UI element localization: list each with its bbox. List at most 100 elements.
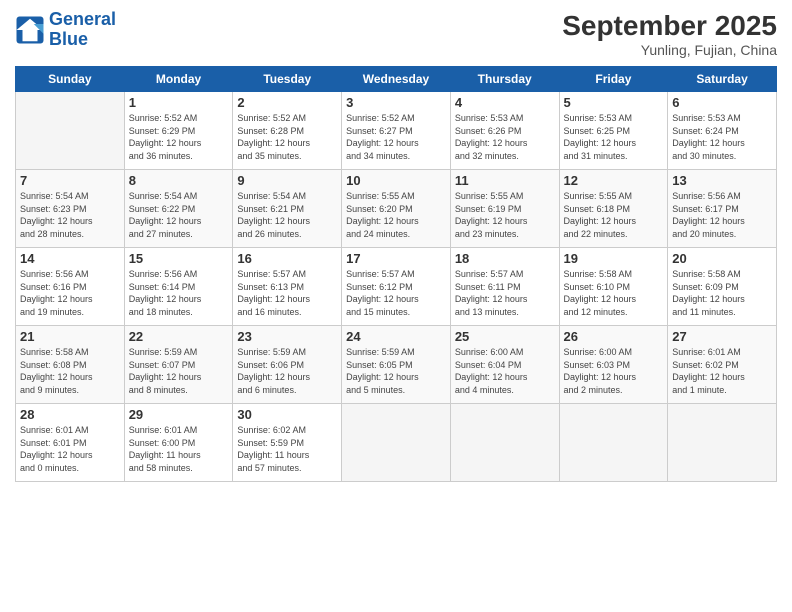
day-cell: 19 Sunrise: 5:58 AM Sunset: 6:10 PM Dayli… [559,248,668,326]
day-number: 18 [455,251,555,266]
day-cell: 17 Sunrise: 5:57 AM Sunset: 6:12 PM Dayli… [342,248,451,326]
day-cell: 10 Sunrise: 5:55 AM Sunset: 6:20 PM Dayli… [342,170,451,248]
day-info: Sunrise: 6:01 AM Sunset: 6:00 PM Dayligh… [129,424,229,474]
day-number: 9 [237,173,337,188]
day-info: Sunrise: 5:56 AM Sunset: 6:16 PM Dayligh… [20,268,120,318]
header-cell: Tuesday [233,67,342,92]
day-info: Sunrise: 5:55 AM Sunset: 6:20 PM Dayligh… [346,190,446,240]
day-number: 21 [20,329,120,344]
title-block: September 2025 Yunling, Fujian, China [562,10,777,58]
day-number: 8 [129,173,229,188]
day-cell: 26 Sunrise: 6:00 AM Sunset: 6:03 PM Dayli… [559,326,668,404]
day-cell: 12 Sunrise: 5:55 AM Sunset: 6:18 PM Dayli… [559,170,668,248]
day-number: 1 [129,95,229,110]
day-number: 14 [20,251,120,266]
day-cell: 16Sunrise: 5:57 AM Sunset: 6:13 PM Dayli… [233,248,342,326]
day-number: 3 [346,95,446,110]
day-cell: 5Sunrise: 5:53 AM Sunset: 6:25 PM Daylig… [559,92,668,170]
day-number: 4 [455,95,555,110]
day-number: 19 [564,251,664,266]
day-cell [342,404,451,482]
logo-icon [15,15,45,45]
day-cell: 15 Sunrise: 5:56 AM Sunset: 6:14 PM Dayli… [124,248,233,326]
day-info: Sunrise: 5:59 AM Sunset: 6:06 PM Dayligh… [237,346,337,396]
day-cell: 11 Sunrise: 5:55 AM Sunset: 6:19 PM Dayli… [450,170,559,248]
week-row: 28 Sunrise: 6:01 AM Sunset: 6:01 PM Dayli… [16,404,777,482]
day-info: Sunrise: 5:59 AM Sunset: 6:07 PM Dayligh… [129,346,229,396]
header-cell: Monday [124,67,233,92]
week-row: 1 Sunrise: 5:52 AM Sunset: 6:29 PM Daylig… [16,92,777,170]
day-cell: 14 Sunrise: 5:56 AM Sunset: 6:16 PM Dayli… [16,248,125,326]
day-cell: 22 Sunrise: 5:59 AM Sunset: 6:07 PM Dayli… [124,326,233,404]
day-info: Sunrise: 5:58 AM Sunset: 6:09 PM Dayligh… [672,268,772,318]
day-cell: 28 Sunrise: 6:01 AM Sunset: 6:01 PM Dayli… [16,404,125,482]
day-info: Sunrise: 5:52 AM Sunset: 6:28 PM Dayligh… [237,112,337,162]
header-cell: Thursday [450,67,559,92]
day-number: 24 [346,329,446,344]
location: Yunling, Fujian, China [562,42,777,58]
day-cell: 30 Sunrise: 6:02 AM Sunset: 5:59 PM Dayli… [233,404,342,482]
day-info: Sunrise: 5:56 AM Sunset: 6:14 PM Dayligh… [129,268,229,318]
day-cell: 7Sunrise: 5:54 AM Sunset: 6:23 PM Daylig… [16,170,125,248]
day-info: Sunrise: 6:02 AM Sunset: 5:59 PM Dayligh… [237,424,337,474]
day-cell: 2 Sunrise: 5:52 AM Sunset: 6:28 PM Daylig… [233,92,342,170]
day-number: 29 [129,407,229,422]
day-info: Sunrise: 5:54 AM Sunset: 6:22 PM Dayligh… [129,190,229,240]
calendar-table: SundayMondayTuesdayWednesdayThursdayFrid… [15,66,777,482]
day-info: Sunrise: 5:58 AM Sunset: 6:10 PM Dayligh… [564,268,664,318]
day-info: Sunrise: 6:01 AM Sunset: 6:01 PM Dayligh… [20,424,120,474]
day-number: 25 [455,329,555,344]
day-cell: 6 Sunrise: 5:53 AM Sunset: 6:24 PM Daylig… [668,92,777,170]
day-number: 7 [20,173,120,188]
day-number: 16 [237,251,337,266]
day-info: Sunrise: 5:53 AM Sunset: 6:26 PM Dayligh… [455,112,555,162]
day-number: 5 [564,95,664,110]
day-cell: 4 Sunrise: 5:53 AM Sunset: 6:26 PM Daylig… [450,92,559,170]
day-number: 23 [237,329,337,344]
day-info: Sunrise: 5:52 AM Sunset: 6:27 PM Dayligh… [346,112,446,162]
day-number: 10 [346,173,446,188]
day-cell [16,92,125,170]
day-number: 15 [129,251,229,266]
day-cell: 27 Sunrise: 6:01 AM Sunset: 6:02 PM Dayli… [668,326,777,404]
day-number: 28 [20,407,120,422]
day-cell: 18 Sunrise: 5:57 AM Sunset: 6:11 PM Dayli… [450,248,559,326]
day-cell: 3 Sunrise: 5:52 AM Sunset: 6:27 PM Daylig… [342,92,451,170]
day-cell: 13 Sunrise: 5:56 AM Sunset: 6:17 PM Dayli… [668,170,777,248]
page: General Blue September 2025 Yunling, Fuj… [0,0,792,612]
day-info: Sunrise: 5:54 AM Sunset: 6:21 PM Dayligh… [237,190,337,240]
day-info: Sunrise: 6:00 AM Sunset: 6:04 PM Dayligh… [455,346,555,396]
day-number: 12 [564,173,664,188]
day-cell: 21 Sunrise: 5:58 AM Sunset: 6:08 PM Dayli… [16,326,125,404]
day-info: Sunrise: 5:57 AM Sunset: 6:11 PM Dayligh… [455,268,555,318]
day-number: 11 [455,173,555,188]
day-number: 6 [672,95,772,110]
day-number: 13 [672,173,772,188]
day-number: 22 [129,329,229,344]
day-cell [450,404,559,482]
day-number: 27 [672,329,772,344]
day-info: Sunrise: 5:56 AM Sunset: 6:17 PM Dayligh… [672,190,772,240]
day-cell: 24 Sunrise: 5:59 AM Sunset: 6:05 PM Dayli… [342,326,451,404]
day-info: Sunrise: 5:58 AM Sunset: 6:08 PM Dayligh… [20,346,120,396]
day-info: Sunrise: 6:00 AM Sunset: 6:03 PM Dayligh… [564,346,664,396]
day-cell: 23 Sunrise: 5:59 AM Sunset: 6:06 PM Dayli… [233,326,342,404]
header-cell: Wednesday [342,67,451,92]
day-info: Sunrise: 6:01 AM Sunset: 6:02 PM Dayligh… [672,346,772,396]
header-row: SundayMondayTuesdayWednesdayThursdayFrid… [16,67,777,92]
day-cell: 29 Sunrise: 6:01 AM Sunset: 6:00 PM Dayli… [124,404,233,482]
day-number: 2 [237,95,337,110]
day-cell [668,404,777,482]
day-number: 17 [346,251,446,266]
day-info: Sunrise: 5:59 AM Sunset: 6:05 PM Dayligh… [346,346,446,396]
day-info: Sunrise: 5:53 AM Sunset: 6:24 PM Dayligh… [672,112,772,162]
day-number: 30 [237,407,337,422]
week-row: 14 Sunrise: 5:56 AM Sunset: 6:16 PM Dayli… [16,248,777,326]
day-info: Sunrise: 5:52 AM Sunset: 6:29 PM Dayligh… [129,112,229,162]
day-info: Sunrise: 5:55 AM Sunset: 6:18 PM Dayligh… [564,190,664,240]
day-info: Sunrise: 5:55 AM Sunset: 6:19 PM Dayligh… [455,190,555,240]
day-info: Sunrise: 5:57 AM Sunset: 6:12 PM Dayligh… [346,268,446,318]
day-number: 26 [564,329,664,344]
header-cell: Friday [559,67,668,92]
week-row: 21 Sunrise: 5:58 AM Sunset: 6:08 PM Dayli… [16,326,777,404]
